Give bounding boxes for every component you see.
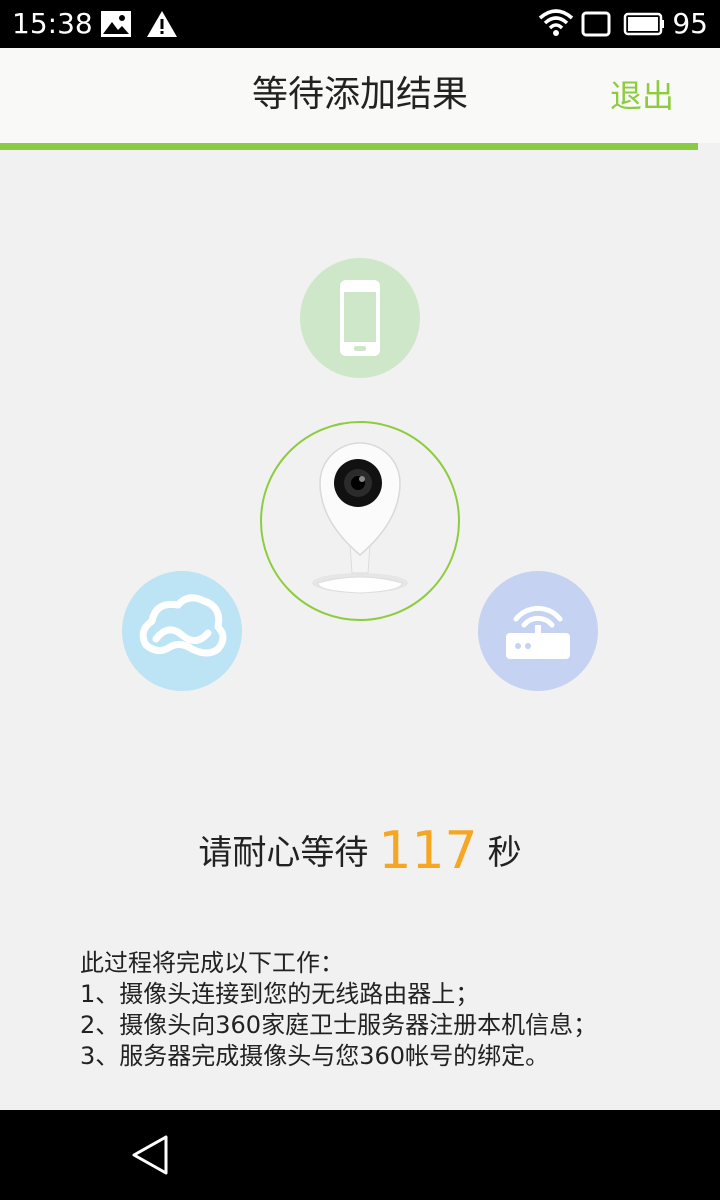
warning-icon <box>147 11 177 37</box>
countdown-row: 请耐心等待 117 秒 <box>0 822 720 882</box>
exit-button[interactable]: 退出 <box>610 74 674 118</box>
router-circle <box>478 571 598 691</box>
navigation-bar <box>0 1110 720 1200</box>
status-bar: 15:38 95 <box>0 0 720 48</box>
phone-icon <box>340 280 380 356</box>
camera-icon <box>312 442 408 594</box>
description-line: 2、摄像头向360家庭卫士服务器注册本机信息； <box>80 1011 598 1039</box>
description-line: 3、服务器完成摄像头与您360帐号的绑定。 <box>80 1042 550 1070</box>
countdown-seconds: 117 <box>378 821 478 881</box>
process-description: 此过程将完成以下工作： 1、摄像头连接到您的无线路由器上； 2、摄像头向360家… <box>80 948 597 1072</box>
wifi-icon <box>538 9 574 36</box>
progress-bar <box>0 143 698 150</box>
description-line: 此过程将完成以下工作： <box>80 949 344 977</box>
wait-prefix: 请耐心等待 <box>198 833 369 873</box>
status-time: 15:38 <box>12 7 93 40</box>
screen-icon <box>581 11 611 37</box>
wait-suffix: 秒 <box>487 833 522 873</box>
cloud-circle <box>122 571 242 691</box>
image-icon <box>101 11 131 37</box>
camera-circle <box>260 421 460 621</box>
back-icon[interactable] <box>128 1133 172 1177</box>
router-icon <box>506 605 570 659</box>
header: 等待添加结果 退出 <box>0 48 720 143</box>
battery-level: 95 <box>672 7 708 40</box>
battery-icon <box>623 12 664 36</box>
phone-circle <box>300 258 420 378</box>
description-line: 1、摄像头连接到您的无线路由器上； <box>80 980 480 1008</box>
cloud-icon <box>139 594 227 657</box>
